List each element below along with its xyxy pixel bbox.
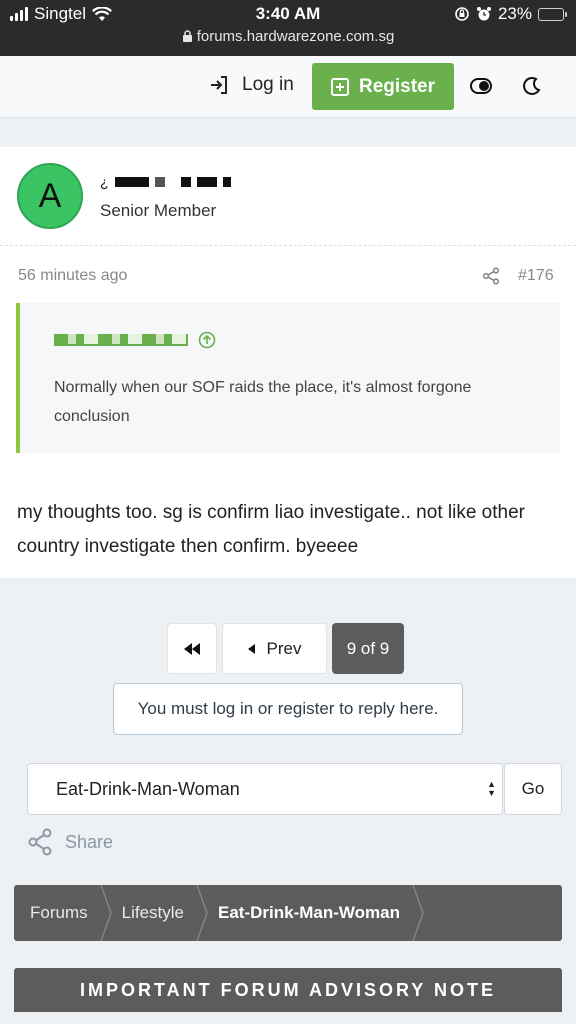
dark-mode-icon[interactable] [522, 76, 542, 96]
url-text: forums.hardwarezone.com.sg [196, 28, 395, 45]
user-title: Senior Member [100, 201, 217, 220]
style-toggle-icon[interactable] [470, 78, 492, 94]
page-selector[interactable]: 9 of 9 [332, 623, 404, 674]
register-button[interactable]: Register [312, 63, 454, 110]
breadcrumb-forums[interactable]: Forums [14, 885, 112, 941]
first-page-button[interactable] [167, 623, 217, 674]
orientation-lock-icon [455, 7, 469, 21]
divider [0, 245, 576, 246]
url-bar[interactable]: forums.hardwarezone.com.sg [0, 28, 576, 45]
quote-author-redaction [54, 334, 188, 346]
advisory-heading: IMPORTANT FORUM ADVISORY NOTE [14, 968, 562, 1012]
lock-icon [182, 30, 192, 42]
breadcrumb: Forums Lifestyle Eat-Drink-Man-Woman [14, 885, 562, 941]
username-redaction [180, 177, 191, 187]
username-redaction [196, 177, 217, 187]
breadcrumb-current-forum[interactable]: Eat-Drink-Man-Woman [202, 885, 424, 941]
prev-page-button[interactable]: Prev [222, 623, 327, 674]
share-link[interactable]: Share [27, 828, 113, 856]
login-to-reply-button[interactable]: You must log in or register to reply her… [113, 683, 463, 735]
forum-jump-value: Eat-Drink-Man-Woman [56, 778, 240, 799]
share-label: Share [65, 831, 114, 852]
post-timestamp[interactable]: 56 minutes ago [18, 267, 127, 285]
left-caret-icon [247, 643, 255, 654]
plus-square-icon [330, 77, 349, 96]
battery-icon [538, 7, 567, 21]
quote-author[interactable] [54, 331, 216, 349]
alarm-icon [476, 7, 491, 21]
prev-label: Prev [266, 638, 302, 658]
avatar[interactable]: A [17, 163, 83, 229]
share-icon[interactable] [482, 267, 500, 285]
breadcrumb-lifestyle[interactable]: Lifestyle [106, 885, 208, 941]
forum-jump-select[interactable]: Eat-Drink-Man-Woman ▲ ▼ [27, 763, 503, 815]
breadcrumb-label: Eat-Drink-Man-Woman [218, 903, 400, 922]
avatar-letter: A [38, 176, 62, 215]
go-button[interactable]: Go [504, 763, 562, 815]
jump-to-quote-icon[interactable] [198, 331, 216, 349]
post-card: A ¿ Senior Member 56 minutes ago #176 No… [0, 147, 576, 578]
quote-block: Normally when our SOF raids the place, i… [16, 303, 560, 453]
post-message: my thoughts too. sg is confirm liao inve… [17, 502, 525, 557]
username-redaction [222, 177, 231, 187]
username[interactable]: ¿ [100, 174, 231, 190]
select-arrows-icon: ▲ ▼ [487, 779, 496, 798]
status-right: 23% [454, 4, 567, 24]
username-redaction [154, 177, 165, 187]
battery-percent: 23% [497, 4, 532, 23]
quote-text: Normally when our SOF raids the place, i… [54, 379, 472, 425]
breadcrumb-separator-icon [412, 885, 424, 941]
login-icon [211, 76, 227, 94]
login-label: Log in [242, 74, 294, 95]
register-label: Register [358, 75, 436, 97]
breadcrumb-label: Lifestyle [121, 903, 184, 922]
share-icon [28, 828, 52, 856]
username-prefix: ¿ [100, 174, 109, 190]
username-redaction [114, 177, 149, 187]
post-number[interactable]: #176 [518, 267, 554, 285]
ios-status-bar: Singtel 3:40 AM 23% forums.hardwarezone.… [0, 0, 576, 56]
site-header: Log in Register [0, 56, 576, 118]
double-left-arrow-icon [184, 642, 200, 655]
breadcrumb-label: Forums [30, 903, 88, 922]
login-link[interactable]: Log in [208, 74, 294, 96]
